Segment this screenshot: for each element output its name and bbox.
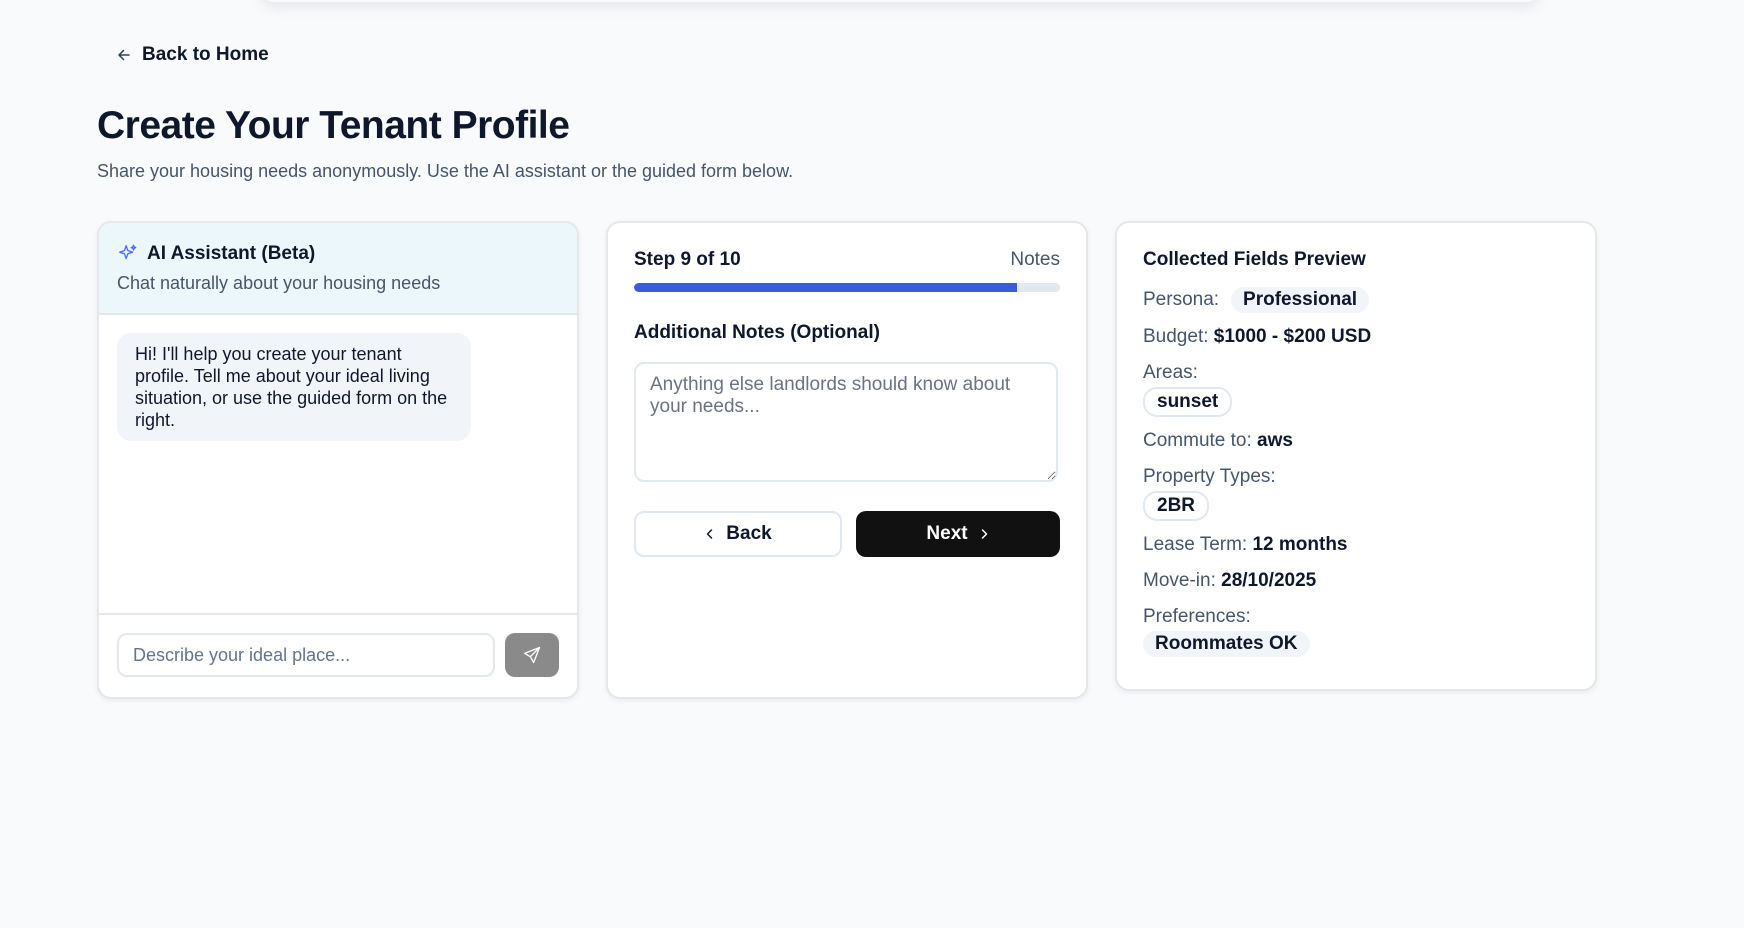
sparkles-icon: [119, 244, 137, 260]
back-to-home-label: Back to Home: [142, 44, 269, 65]
property-types-row: Property Types: 2BR: [1143, 465, 1569, 521]
property-type-chip: 2BR: [1143, 491, 1210, 521]
notes-textarea[interactable]: [634, 362, 1058, 482]
property-types-label: Property Types:: [1143, 466, 1276, 487]
assistant-message: Hi! I'll help you create your tenant pro…: [117, 333, 471, 441]
guided-form-panel: Step 9 of 10 Notes Additional Notes (Opt…: [606, 221, 1088, 699]
persona-row: Persona: Professional: [1143, 287, 1569, 313]
commute-row: Commute to: aws: [1143, 429, 1569, 453]
top-header-shadow: [260, 0, 1540, 2]
budget-value: $1000 - $200 USD: [1213, 326, 1372, 347]
chevron-left-icon: [707, 529, 713, 539]
arrow-left-icon: [118, 49, 130, 61]
persona-chip: Professional: [1231, 287, 1370, 313]
ai-assistant-panel: AI Assistant (Beta) Chat naturally about…: [97, 221, 579, 699]
lease-term-label: Lease Term:: [1143, 534, 1248, 555]
page-subtitle: Share your housing needs anonymously. Us…: [97, 161, 794, 181]
move-in-row: Move-in: 28/10/2025: [1143, 569, 1569, 593]
lease-term-value: 12 months: [1252, 534, 1348, 555]
commute-label: Commute to:: [1143, 430, 1252, 451]
preview-title: Collected Fields Preview: [1143, 249, 1366, 270]
next-button-label: Next: [926, 523, 968, 544]
notes-field-label: Additional Notes (Optional): [634, 322, 880, 343]
move-in-value: 28/10/2025: [1221, 570, 1317, 591]
area-chip: sunset: [1143, 387, 1233, 417]
collected-fields-preview: Collected Fields Preview Persona: Profes…: [1115, 221, 1597, 691]
ai-assistant-header: AI Assistant (Beta) Chat naturally about…: [99, 223, 577, 315]
progress-fill: [634, 283, 1018, 292]
back-button-label: Back: [726, 523, 772, 544]
page-title: Create Your Tenant Profile: [97, 104, 570, 147]
send-icon: [523, 646, 541, 664]
ai-assistant-title: AI Assistant (Beta): [147, 243, 316, 264]
areas-label: Areas:: [1143, 362, 1198, 383]
areas-row: Areas: sunset: [1143, 361, 1569, 417]
step-counter: Step 9 of 10: [634, 249, 741, 270]
move-in-label: Move-in:: [1143, 570, 1216, 591]
budget-label: Budget:: [1143, 326, 1209, 347]
preferences-row: Preferences: Roommates OK: [1143, 605, 1569, 657]
lease-term-row: Lease Term: 12 months: [1143, 533, 1569, 557]
back-to-home-link[interactable]: Back to Home: [116, 44, 269, 66]
preferences-label: Preferences:: [1143, 606, 1251, 627]
chevron-right-icon: [981, 529, 987, 539]
back-button[interactable]: Back: [634, 511, 842, 557]
ai-assistant-subtitle: Chat naturally about your housing needs: [117, 273, 441, 293]
chat-messages: Hi! I'll help you create your tenant pro…: [99, 315, 577, 615]
chat-composer: [99, 615, 577, 695]
next-button[interactable]: Next: [856, 511, 1060, 557]
progress-bar: [634, 283, 1060, 292]
commute-value: aws: [1257, 430, 1293, 451]
chat-input[interactable]: [117, 633, 495, 677]
step-name: Notes: [1010, 249, 1060, 270]
send-button[interactable]: [505, 633, 559, 677]
preference-chip: Roommates OK: [1143, 631, 1310, 657]
persona-label: Persona:: [1143, 289, 1220, 310]
budget-row: Budget: $1000 - $200 USD: [1143, 325, 1569, 349]
